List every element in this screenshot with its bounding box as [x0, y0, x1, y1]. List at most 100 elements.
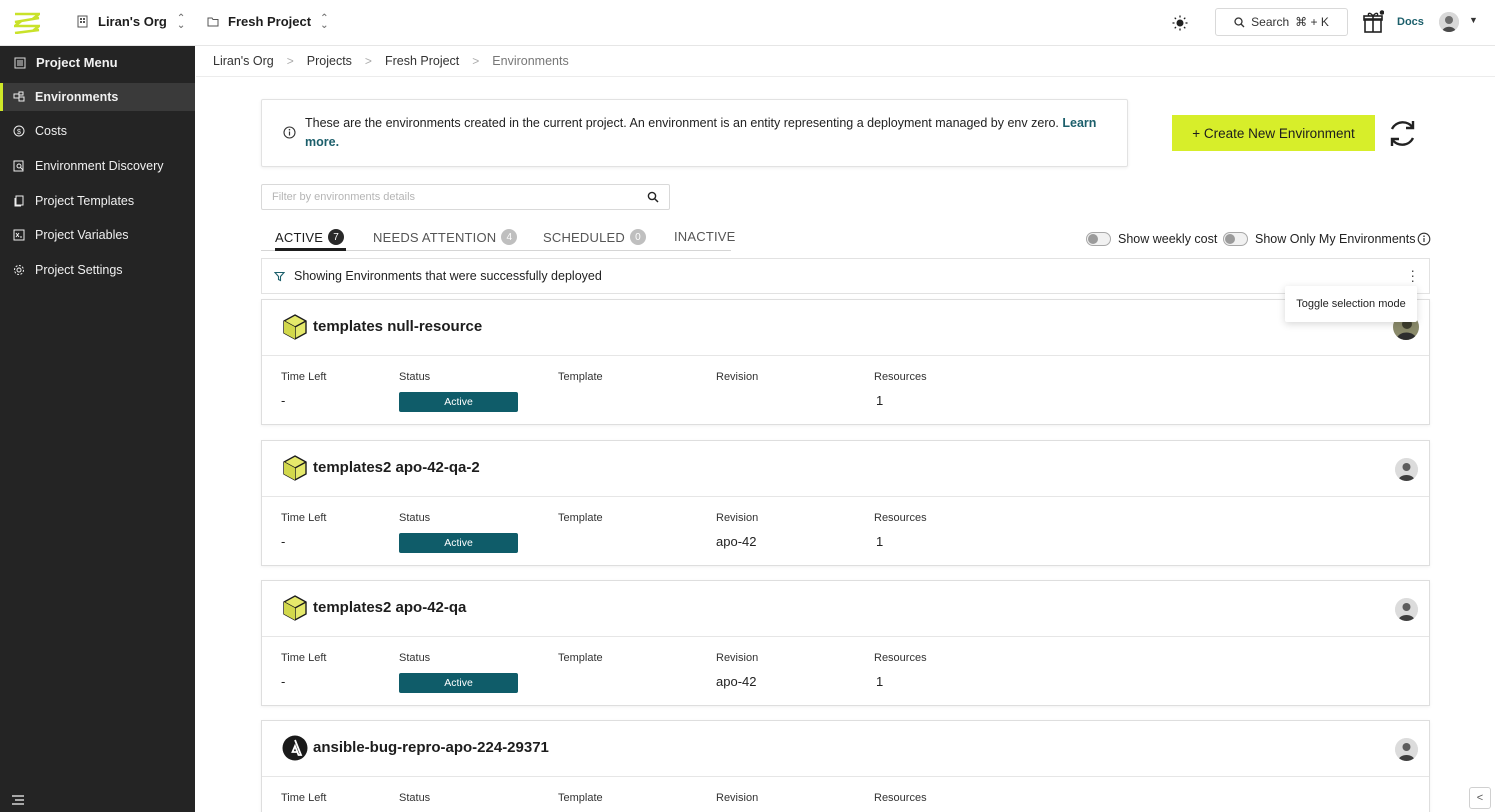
templates-icon: [14, 195, 24, 207]
tab-needs-attention[interactable]: NEEDS ATTENTION 4: [373, 229, 518, 245]
search-button[interactable]: Search ⌘ + K: [1215, 8, 1348, 36]
svg-text:$: $: [17, 129, 21, 136]
col-label-resources: Resources: [874, 792, 927, 804]
breadcrumb-current: Environments: [492, 54, 569, 68]
environment-name[interactable]: templates2 apo-42-qa-2: [313, 459, 480, 476]
sidebar-item-label: Environment Discovery: [35, 159, 164, 173]
sidebar-item-project-templates[interactable]: Project Templates: [0, 187, 195, 215]
filter-status-strip: Showing Environments that were successfu…: [261, 258, 1430, 294]
environment-card[interactable]: templates2 apo-42-qa Time Left Status Te…: [261, 580, 1430, 706]
col-label-revision: Revision: [716, 512, 759, 524]
col-label-template: Template: [558, 512, 603, 524]
strip-text: Showing Environments that were successfu…: [294, 269, 602, 283]
col-label-resources: Resources: [874, 512, 927, 524]
weekly-cost-toggle[interactable]: [1086, 232, 1111, 246]
count-badge: 7: [328, 229, 345, 245]
tab-label: INACTIVE: [674, 229, 736, 244]
col-label-template: Template: [558, 652, 603, 664]
variables-icon: [13, 229, 25, 241]
col-label-time-left: Time Left: [281, 652, 327, 664]
resources-value: 1: [876, 674, 884, 689]
search-label: Search: [1251, 15, 1290, 29]
docs-link[interactable]: Docs: [1397, 16, 1424, 28]
costs-icon: $: [13, 125, 25, 137]
col-label-status: Status: [399, 792, 431, 804]
more-options-icon[interactable]: · · ·: [1410, 263, 1415, 287]
tab-label: ACTIVE: [275, 229, 324, 245]
collapse-panel-button[interactable]: <: [1469, 787, 1491, 809]
time-left-value: -: [281, 534, 286, 549]
search-icon[interactable]: [647, 191, 659, 203]
sidebar-header: Project Menu: [14, 55, 118, 70]
col-label-template: Template: [558, 371, 603, 383]
filter-input[interactable]: [262, 185, 632, 209]
org-selector[interactable]: Liran's Org ⌃ ⌄: [77, 13, 185, 30]
env0-logo-icon[interactable]: [14, 12, 40, 34]
environment-name[interactable]: ansible-bug-repro-apo-224-29371: [313, 739, 549, 756]
only-mine-toggle[interactable]: [1223, 232, 1248, 246]
time-left-value: -: [281, 674, 286, 689]
user-avatar[interactable]: [1439, 12, 1459, 32]
filter-icon: [274, 271, 285, 281]
environment-name[interactable]: templates2 apo-42-qa: [313, 599, 466, 616]
sidebar-item-environment-discovery[interactable]: Environment Discovery: [0, 152, 195, 180]
environment-card[interactable]: templates2 apo-42-qa-2 Time Left Status …: [261, 440, 1430, 566]
refresh-icon[interactable]: [1386, 117, 1419, 150]
environment-tabs: ACTIVE 7 NEEDS ATTENTION 4 SCHEDULED 0 I…: [261, 224, 735, 251]
building-icon: [77, 15, 88, 28]
card-header: templates2 apo-42-qa-2: [262, 441, 1429, 497]
gear-icon: [14, 265, 24, 275]
theme-toggle-sun-icon[interactable]: [1171, 14, 1189, 32]
gift-icon[interactable]: [1362, 10, 1384, 34]
sidebar-item-project-variables[interactable]: Project Variables: [0, 221, 195, 249]
revision-value: apo-42: [716, 534, 757, 549]
folder-icon: [207, 17, 219, 27]
breadcrumb-project[interactable]: Fresh Project: [385, 54, 459, 68]
col-label-status: Status: [399, 512, 431, 524]
sidebar-item-costs[interactable]: $ Costs: [0, 117, 195, 145]
project-name: Fresh Project: [228, 14, 312, 29]
collapse-menu-icon[interactable]: [11, 794, 25, 806]
sidebar-item-project-settings[interactable]: Project Settings: [0, 256, 195, 284]
terraform-cube-icon: [283, 314, 307, 340]
user-menu-caret-icon[interactable]: ▼: [1469, 15, 1478, 25]
chevron-right-icon: >: [286, 54, 294, 68]
card-header: templates null-resource: [262, 300, 1429, 356]
revision-value: apo-42: [716, 674, 757, 689]
sidebar-item-label: Environments: [35, 90, 119, 104]
avatar: [1395, 458, 1418, 481]
sidebar-title: Project Menu: [36, 55, 118, 70]
sidebar-item-environments[interactable]: Environments: [0, 83, 195, 111]
breadcrumb-projects[interactable]: Projects: [307, 54, 352, 68]
owner-avatar-icon: [1395, 458, 1418, 481]
status-badge: Active: [399, 533, 518, 553]
resources-value: 1: [876, 534, 884, 549]
search-icon: [1234, 16, 1245, 27]
weekly-cost-toggle-row: Show weekly cost: [1086, 232, 1217, 246]
environment-name[interactable]: templates null-resource: [313, 318, 482, 335]
col-label-time-left: Time Left: [281, 512, 327, 524]
project-selector[interactable]: Fresh Project ⌃ ⌄: [207, 13, 328, 30]
breadcrumb-org[interactable]: Liran's Org: [213, 54, 274, 68]
info-banner: These are the environments created in th…: [261, 99, 1128, 167]
tab-active[interactable]: ACTIVE 7: [275, 229, 345, 245]
info-icon[interactable]: [1417, 232, 1431, 246]
tab-inactive[interactable]: INACTIVE: [674, 229, 736, 244]
sidebar-item-label: Costs: [35, 124, 67, 138]
sidebar: Project Menu Environments $ Costs Enviro…: [0, 46, 195, 812]
col-label-resources: Resources: [874, 371, 927, 383]
owner-avatar-icon: [1395, 738, 1418, 761]
col-label-time-left: Time Left: [281, 792, 327, 804]
environment-card[interactable]: templates null-resource Time Left Status…: [261, 299, 1430, 425]
tab-scheduled[interactable]: SCHEDULED 0: [543, 229, 646, 245]
col-label-status: Status: [399, 371, 431, 383]
top-bar: Liran's Org ⌃ ⌄ Fresh Project ⌃ ⌄ Search ⌘…: [0, 0, 1495, 46]
time-left-value: -: [281, 393, 286, 408]
status-badge: Active: [399, 673, 518, 693]
environment-card[interactable]: ansible-bug-repro-apo-224-29371 Time Lef…: [261, 720, 1430, 812]
create-new-environment-button[interactable]: + Create New Environment: [1172, 115, 1375, 151]
chevron-left-icon: <: [1476, 792, 1484, 804]
card-header: ansible-bug-repro-apo-224-29371: [262, 721, 1429, 777]
info-icon: [283, 126, 296, 139]
active-tab-indicator: [275, 248, 346, 251]
